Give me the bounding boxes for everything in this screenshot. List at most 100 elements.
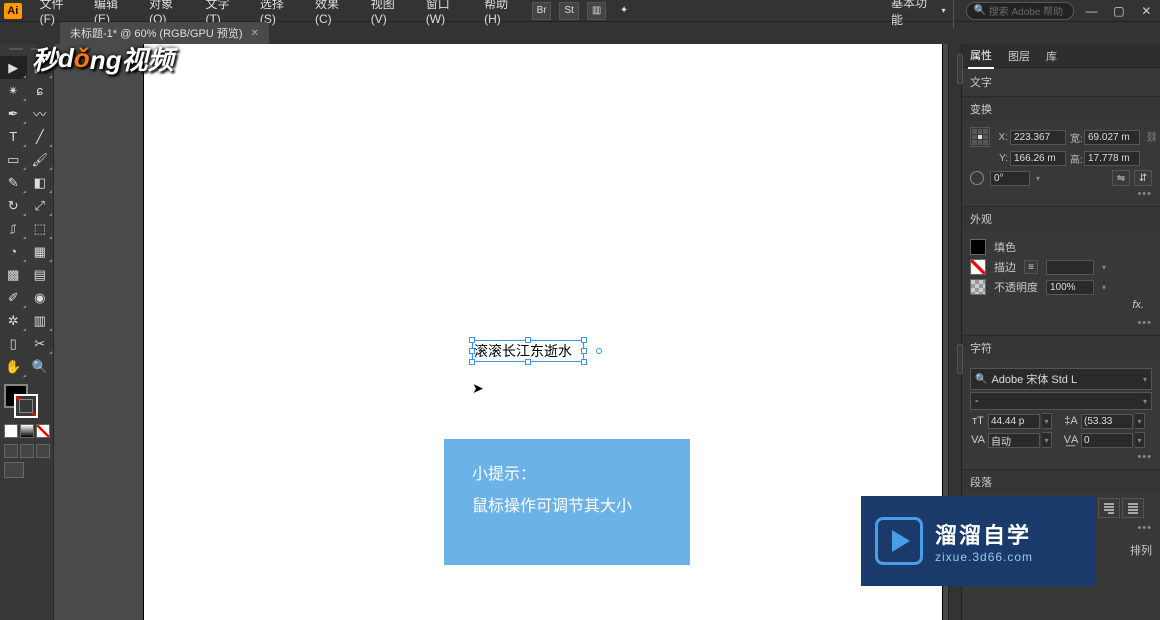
scale-tool[interactable]: ⤢	[27, 194, 54, 217]
rectangle-tool[interactable]: ▭	[0, 148, 27, 171]
tab-layers[interactable]: 图层	[1006, 44, 1032, 68]
width-tool[interactable]: ⎎	[0, 217, 27, 240]
leading-dd[interactable]: ▾	[1135, 413, 1145, 429]
curvature-tool[interactable]: 〰	[27, 102, 54, 125]
reference-point[interactable]	[970, 127, 990, 147]
fx-button[interactable]: fx.	[970, 297, 1152, 317]
paintbrush-tool[interactable]: 🖌	[27, 148, 54, 171]
dock-stub-2[interactable]	[957, 344, 963, 374]
type-tool[interactable]: T	[0, 125, 27, 148]
magic-wand-tool[interactable]: ✴	[0, 79, 27, 102]
window-minimize[interactable]: —	[1082, 3, 1101, 19]
menu-view[interactable]: 视图(V)	[363, 0, 418, 26]
leading-input[interactable]	[1081, 414, 1133, 429]
window-close[interactable]: ✕	[1137, 3, 1156, 19]
appearance-more-icon[interactable]: •••	[970, 317, 1152, 329]
color-mode-solid[interactable]	[4, 424, 18, 438]
menu-effect[interactable]: 效果(C)	[307, 0, 363, 26]
fill-stroke-swatch[interactable]	[4, 384, 50, 420]
stroke-swatch[interactable]	[14, 394, 38, 418]
handle-top-right[interactable]	[581, 337, 587, 343]
tip-overlay: 小提示： 鼠标操作可调节其大小	[444, 439, 690, 565]
selected-text-object[interactable]: 滚滚长江东逝水	[472, 340, 584, 362]
symbol-sprayer-tool[interactable]: ✲	[0, 309, 27, 332]
kerning-icon: VA	[970, 434, 986, 446]
menu-window[interactable]: 窗口(W)	[418, 0, 476, 26]
mesh-tool[interactable]: ▩	[0, 263, 27, 286]
artboard-tool[interactable]: ▯	[0, 332, 27, 355]
tab-libraries[interactable]: 库	[1044, 44, 1059, 68]
justify-right-button[interactable]	[1098, 498, 1120, 518]
kerning-input[interactable]	[988, 433, 1040, 448]
slice-tool[interactable]: ✂	[27, 332, 54, 355]
eraser-tool[interactable]: ◧	[27, 171, 54, 194]
bridge-button[interactable]: Br	[532, 2, 552, 20]
cursor-icon: ➤	[472, 380, 484, 397]
perspective-tool[interactable]: ▦	[27, 240, 54, 263]
selection-tool[interactable]: ▶	[0, 56, 27, 79]
tab-close-icon[interactable]: ✕	[251, 28, 259, 39]
stock-button[interactable]: St	[559, 2, 579, 20]
opacity-input[interactable]	[1046, 280, 1094, 295]
stroke-stepper[interactable]: ≡	[1024, 260, 1038, 274]
tracking-input[interactable]	[1081, 433, 1133, 448]
graph-tool[interactable]: ▥	[27, 309, 54, 332]
width-input[interactable]	[1084, 130, 1140, 145]
link-wh-icon[interactable]: ⛓	[1144, 132, 1160, 143]
dock-stub-1[interactable]	[957, 54, 963, 84]
tab-properties[interactable]: 属性	[968, 44, 994, 69]
rotate-input[interactable]	[990, 171, 1030, 186]
canvas-area[interactable]: 滚滚长江东逝水 ➤ 小提示： 鼠标操作可调节其大小	[54, 44, 948, 620]
eyedropper-tool[interactable]: ✐	[0, 286, 27, 309]
shaper-tool[interactable]: ✎	[0, 171, 27, 194]
flip-horizontal-button[interactable]: ⇋	[1112, 170, 1130, 186]
handle-text-port[interactable]	[596, 348, 602, 354]
paragraph-more-icon[interactable]: •••	[1129, 522, 1160, 538]
rotate-tool[interactable]: ↻	[0, 194, 27, 217]
brand-name: 溜溜自学	[935, 518, 1033, 550]
draw-mode-buttons[interactable]	[4, 444, 53, 458]
line-tool[interactable]: ╱	[27, 125, 54, 148]
workspace-switcher[interactable]: 基本功能▾	[883, 0, 954, 28]
color-mode-swatches[interactable]	[4, 424, 53, 438]
color-mode-none[interactable]	[36, 424, 50, 438]
stroke-width-input[interactable]	[1046, 260, 1094, 275]
gpu-icon[interactable]: ✦	[614, 2, 633, 20]
height-input[interactable]	[1084, 151, 1140, 166]
character-more-icon[interactable]: •••	[970, 451, 1152, 463]
y-input[interactable]	[1010, 151, 1066, 166]
blend-tool[interactable]: ◉	[27, 286, 54, 309]
free-transform-tool[interactable]: ⬚	[27, 217, 54, 240]
stroke-chip[interactable]	[970, 259, 986, 275]
video-watermark: 秒dǒng视频	[32, 40, 174, 77]
flip-vertical-button[interactable]: ⇵	[1134, 170, 1152, 186]
character-section: 🔍 Adobe 宋体 Std L ▾ - ▾ тT▾ ‡A▾ VA▾ V͟A▾ …	[962, 360, 1160, 470]
shape-builder-tool[interactable]: ◔	[0, 240, 27, 263]
color-mode-gradient[interactable]	[20, 424, 34, 438]
handle-mid-right[interactable]	[581, 348, 587, 354]
font-size-dd[interactable]: ▾	[1042, 413, 1052, 429]
zoom-tool[interactable]: 🔍	[27, 355, 54, 378]
gradient-tool[interactable]: ▤	[27, 263, 54, 286]
font-size-input[interactable]	[988, 414, 1040, 429]
handle-bottom-right[interactable]	[581, 359, 587, 365]
search-input[interactable]: 🔍 搜索 Adobe 帮助	[966, 2, 1073, 20]
justify-all-button[interactable]	[1122, 498, 1144, 518]
transform-more-icon[interactable]: •••	[970, 188, 1152, 200]
font-family-select[interactable]: 🔍 Adobe 宋体 Std L ▾	[970, 368, 1152, 390]
arrange-button[interactable]: ▥	[587, 2, 607, 20]
x-input[interactable]	[1010, 130, 1066, 145]
chevron-down-icon: ▾	[1143, 375, 1147, 384]
opacity-chip[interactable]	[970, 279, 986, 295]
tracking-dd[interactable]: ▾	[1135, 432, 1145, 448]
screen-mode-button[interactable]	[4, 462, 24, 478]
window-maximize[interactable]: ▢	[1109, 3, 1128, 19]
lasso-tool[interactable]: ɕ	[27, 79, 54, 102]
font-style-select[interactable]: - ▾	[970, 392, 1152, 410]
text-content: 滚滚长江东逝水	[474, 341, 572, 361]
pen-tool[interactable]: ✒	[0, 102, 27, 125]
menu-help[interactable]: 帮助(H)	[476, 0, 532, 26]
fill-chip[interactable]	[970, 239, 986, 255]
kerning-dd[interactable]: ▾	[1042, 432, 1052, 448]
hand-tool[interactable]: ✋	[0, 355, 27, 378]
